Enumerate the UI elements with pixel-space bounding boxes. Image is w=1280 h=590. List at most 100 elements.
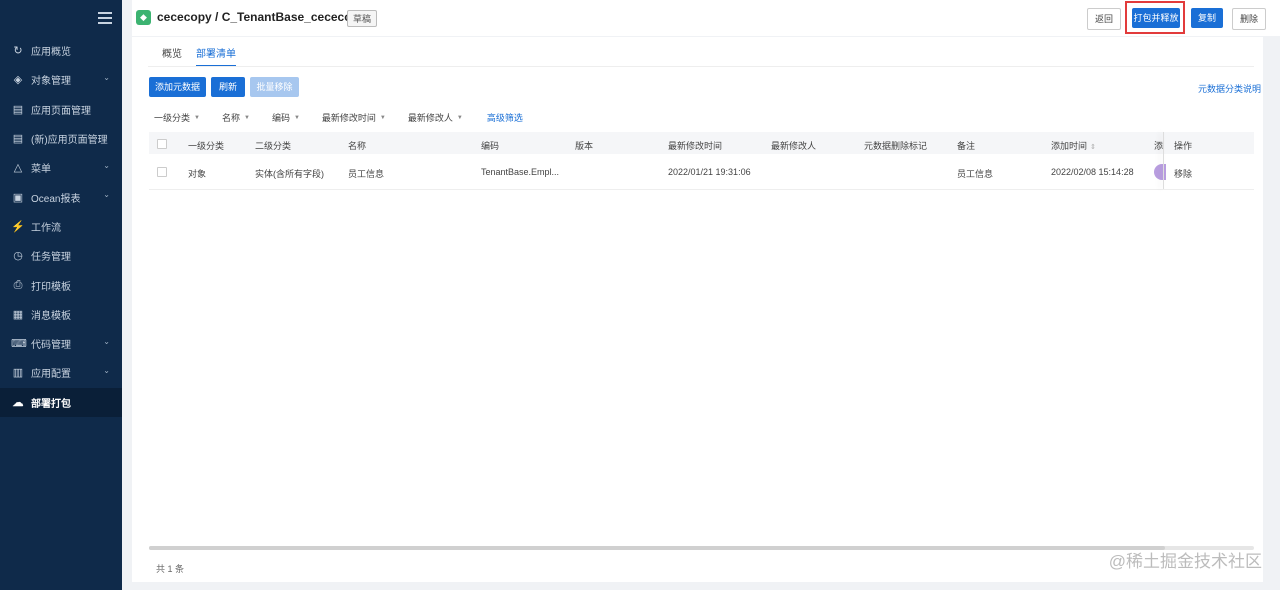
code-icon: ⌨ bbox=[11, 338, 27, 351]
column-header: 版本 bbox=[575, 141, 594, 151]
sidebar-item-label: 对象管理 bbox=[31, 76, 71, 88]
report-icon: ▣ bbox=[12, 191, 24, 204]
chevron-down-icon: ⌄ bbox=[103, 73, 110, 83]
filter-code[interactable]: 编码 ▼ bbox=[272, 111, 300, 124]
column-header: 添 bbox=[1154, 141, 1164, 151]
sidebar-item[interactable]: ⚡ 工作流 bbox=[0, 212, 122, 241]
sidebar-item-label: 代码管理 bbox=[31, 340, 71, 352]
sidebar-item-label: 任务管理 bbox=[31, 252, 71, 264]
column-header: 元数据删除标记 bbox=[864, 141, 928, 151]
column-header: 备注 bbox=[957, 141, 976, 151]
content-panel: 概览 部署清单 添加元数据 刷新 批量移除 元数据分类说明 一级分类 ▼ 名称 ▼ … bbox=[132, 37, 1263, 582]
column-header: 操作 bbox=[1174, 141, 1193, 151]
batch-remove-button[interactable]: 批量移除 bbox=[250, 77, 299, 97]
cell-remark: 员工信息 bbox=[957, 169, 994, 179]
chevron-down-icon: ⌄ bbox=[103, 366, 110, 376]
filter-modified-time[interactable]: 最新修改时间 ▼ bbox=[322, 111, 386, 124]
sidebar-item[interactable]: ↻ 应用概览 bbox=[0, 36, 122, 65]
workflow-icon: ⚡ bbox=[11, 220, 25, 233]
main-area: ◆ cececopy / C_TenantBase_cececopy 草稿 返回… bbox=[132, 0, 1280, 590]
filter-bar: 一级分类 ▼ 名称 ▼ 编码 ▼ 最新修改时间 ▼ 最新修改人 ▼ 高级筛选 bbox=[154, 111, 523, 124]
filter-category[interactable]: 一级分类 ▼ bbox=[154, 111, 200, 124]
chevron-down-icon: ⌄ bbox=[103, 190, 110, 200]
sidebar-item-label: 部署打包 bbox=[31, 398, 71, 410]
sidebar-item-label: 应用页面管理 bbox=[31, 105, 91, 117]
sidebar-item[interactable]: ▤ (新)应用页面管理 bbox=[0, 124, 122, 153]
cell-added-time: 2022/02/08 15:14:28 bbox=[1051, 167, 1134, 177]
watermark: @稀土掘金技术社区 bbox=[1108, 552, 1262, 571]
caret-down-icon: ▼ bbox=[194, 114, 200, 121]
message-icon: ▦ bbox=[12, 308, 24, 321]
tab-deploy-list[interactable]: 部署清单 bbox=[196, 45, 236, 67]
advanced-filter-link[interactable]: 高级筛选 bbox=[487, 111, 523, 124]
page-title: cececopy / C_TenantBase_cececopy bbox=[157, 10, 366, 24]
sidebar-menu: ↻ 应用概览 ◈ 对象管理 ⌄ ▤ 应用页面管理 ▤ (新)应用页面管理 △ 菜单 ⌄ ▣ Ocean报表… bbox=[0, 36, 122, 417]
page-icon: ▤ bbox=[12, 103, 24, 116]
sidebar-item-label: 消息模板 bbox=[31, 310, 71, 322]
sidebar-item[interactable]: ▦ 消息模板 bbox=[0, 300, 122, 329]
chevron-down-icon: ⌄ bbox=[103, 161, 110, 171]
column-header: 二级分类 bbox=[255, 141, 292, 151]
column-header: 最新修改人 bbox=[771, 141, 817, 151]
chevron-down-icon: ⌄ bbox=[103, 336, 110, 346]
config-icon: ▥ bbox=[12, 367, 24, 380]
status-badge: 草稿 bbox=[347, 10, 378, 27]
filter-modifier[interactable]: 最新修改人 ▼ bbox=[408, 111, 463, 124]
caret-down-icon: ▼ bbox=[379, 114, 386, 121]
tab-overview[interactable]: 概览 bbox=[162, 45, 182, 67]
select-all-checkbox[interactable] bbox=[157, 139, 167, 149]
scrollbar-thumb[interactable] bbox=[149, 546, 1165, 550]
row-checkbox[interactable] bbox=[157, 167, 167, 177]
filter-label: 编码 bbox=[271, 113, 290, 123]
sidebar-header bbox=[0, 0, 122, 36]
sidebar-item[interactable]: ▥ 应用配置 ⌄ bbox=[0, 358, 122, 387]
sidebar-item[interactable]: ▤ 应用页面管理 bbox=[0, 95, 122, 124]
caret-down-icon: ▼ bbox=[243, 114, 250, 121]
sidebar-item[interactable]: ▣ Ocean报表 ⌄ bbox=[0, 182, 122, 211]
print-icon: ⎙ bbox=[13, 278, 23, 291]
delete-button[interactable]: 删除 bbox=[1232, 8, 1266, 30]
sidebar-item[interactable]: ☁ 部署打包 bbox=[0, 387, 122, 417]
sidebar-item[interactable]: ⌨ 代码管理 ⌄ bbox=[0, 329, 122, 358]
page-new-icon: ▤ bbox=[12, 133, 24, 146]
horizontal-scrollbar[interactable] bbox=[149, 546, 1254, 550]
column-header: 最新修改时间 bbox=[668, 141, 723, 151]
tab-bar: 概览 部署清单 bbox=[162, 45, 250, 67]
app-logo-icon: ◆ bbox=[136, 10, 151, 25]
sidebar-item-label: 打印模板 bbox=[31, 281, 71, 293]
sidebar-item-label: 工作流 bbox=[31, 222, 61, 234]
column-header-added-time[interactable]: 添加时间 ⇕ bbox=[1051, 139, 1096, 152]
table-header: 一级分类 二级分类 名称 编码 版本 最新修改时间 最新修改人 元数据删除标记 … bbox=[149, 132, 1254, 154]
total-count: 共 1 条 bbox=[156, 564, 185, 574]
add-metadata-button[interactable]: 添加元数据 bbox=[149, 77, 206, 97]
deploy-table: 一级分类 二级分类 名称 编码 版本 最新修改时间 最新修改人 元数据删除标记 … bbox=[149, 132, 1254, 190]
column-header: 编码 bbox=[481, 141, 500, 151]
cell-cat1: 对象 bbox=[188, 169, 207, 179]
cloud-icon: ☁ bbox=[12, 396, 24, 409]
cell-cat2: 实体(含所有字段) bbox=[255, 169, 324, 179]
sidebar-item[interactable]: △ 菜单 ⌄ bbox=[0, 153, 122, 182]
filter-name[interactable]: 名称 ▼ bbox=[222, 111, 250, 124]
overview-icon: ↻ bbox=[13, 45, 23, 58]
sidebar-item-label: 应用概览 bbox=[31, 47, 71, 59]
menu-icon: △ bbox=[13, 162, 23, 175]
filter-label: 最新修改时间 bbox=[321, 113, 376, 123]
avatar bbox=[1154, 164, 1166, 180]
sort-icon[interactable]: ⇕ bbox=[1090, 144, 1096, 151]
metadata-category-link[interactable]: 元数据分类说明 bbox=[1198, 82, 1261, 95]
cell-name: 员工信息 bbox=[348, 169, 385, 179]
tab-divider bbox=[148, 66, 1254, 67]
remove-link[interactable]: 移除 bbox=[1174, 167, 1192, 180]
filter-label: 名称 bbox=[221, 113, 240, 123]
sidebar: ↻ 应用概览 ◈ 对象管理 ⌄ ▤ 应用页面管理 ▤ (新)应用页面管理 △ 菜单 ⌄ ▣ Ocean报表… bbox=[0, 0, 122, 590]
back-button[interactable]: 返回 bbox=[1087, 8, 1121, 30]
sidebar-item[interactable]: ⎙ 打印模板 bbox=[0, 270, 122, 299]
refresh-button[interactable]: 刷新 bbox=[211, 77, 245, 97]
sidebar-item[interactable]: ◈ 对象管理 ⌄ bbox=[0, 65, 122, 94]
column-header: 一级分类 bbox=[188, 141, 225, 151]
caret-down-icon: ▼ bbox=[293, 114, 300, 121]
copy-button[interactable]: 复制 bbox=[1191, 8, 1223, 28]
sidebar-item[interactable]: ◷ 任务管理 bbox=[0, 241, 122, 270]
sidebar-item-label: (新)应用页面管理 bbox=[31, 135, 108, 147]
hamburger-icon[interactable] bbox=[98, 9, 112, 25]
